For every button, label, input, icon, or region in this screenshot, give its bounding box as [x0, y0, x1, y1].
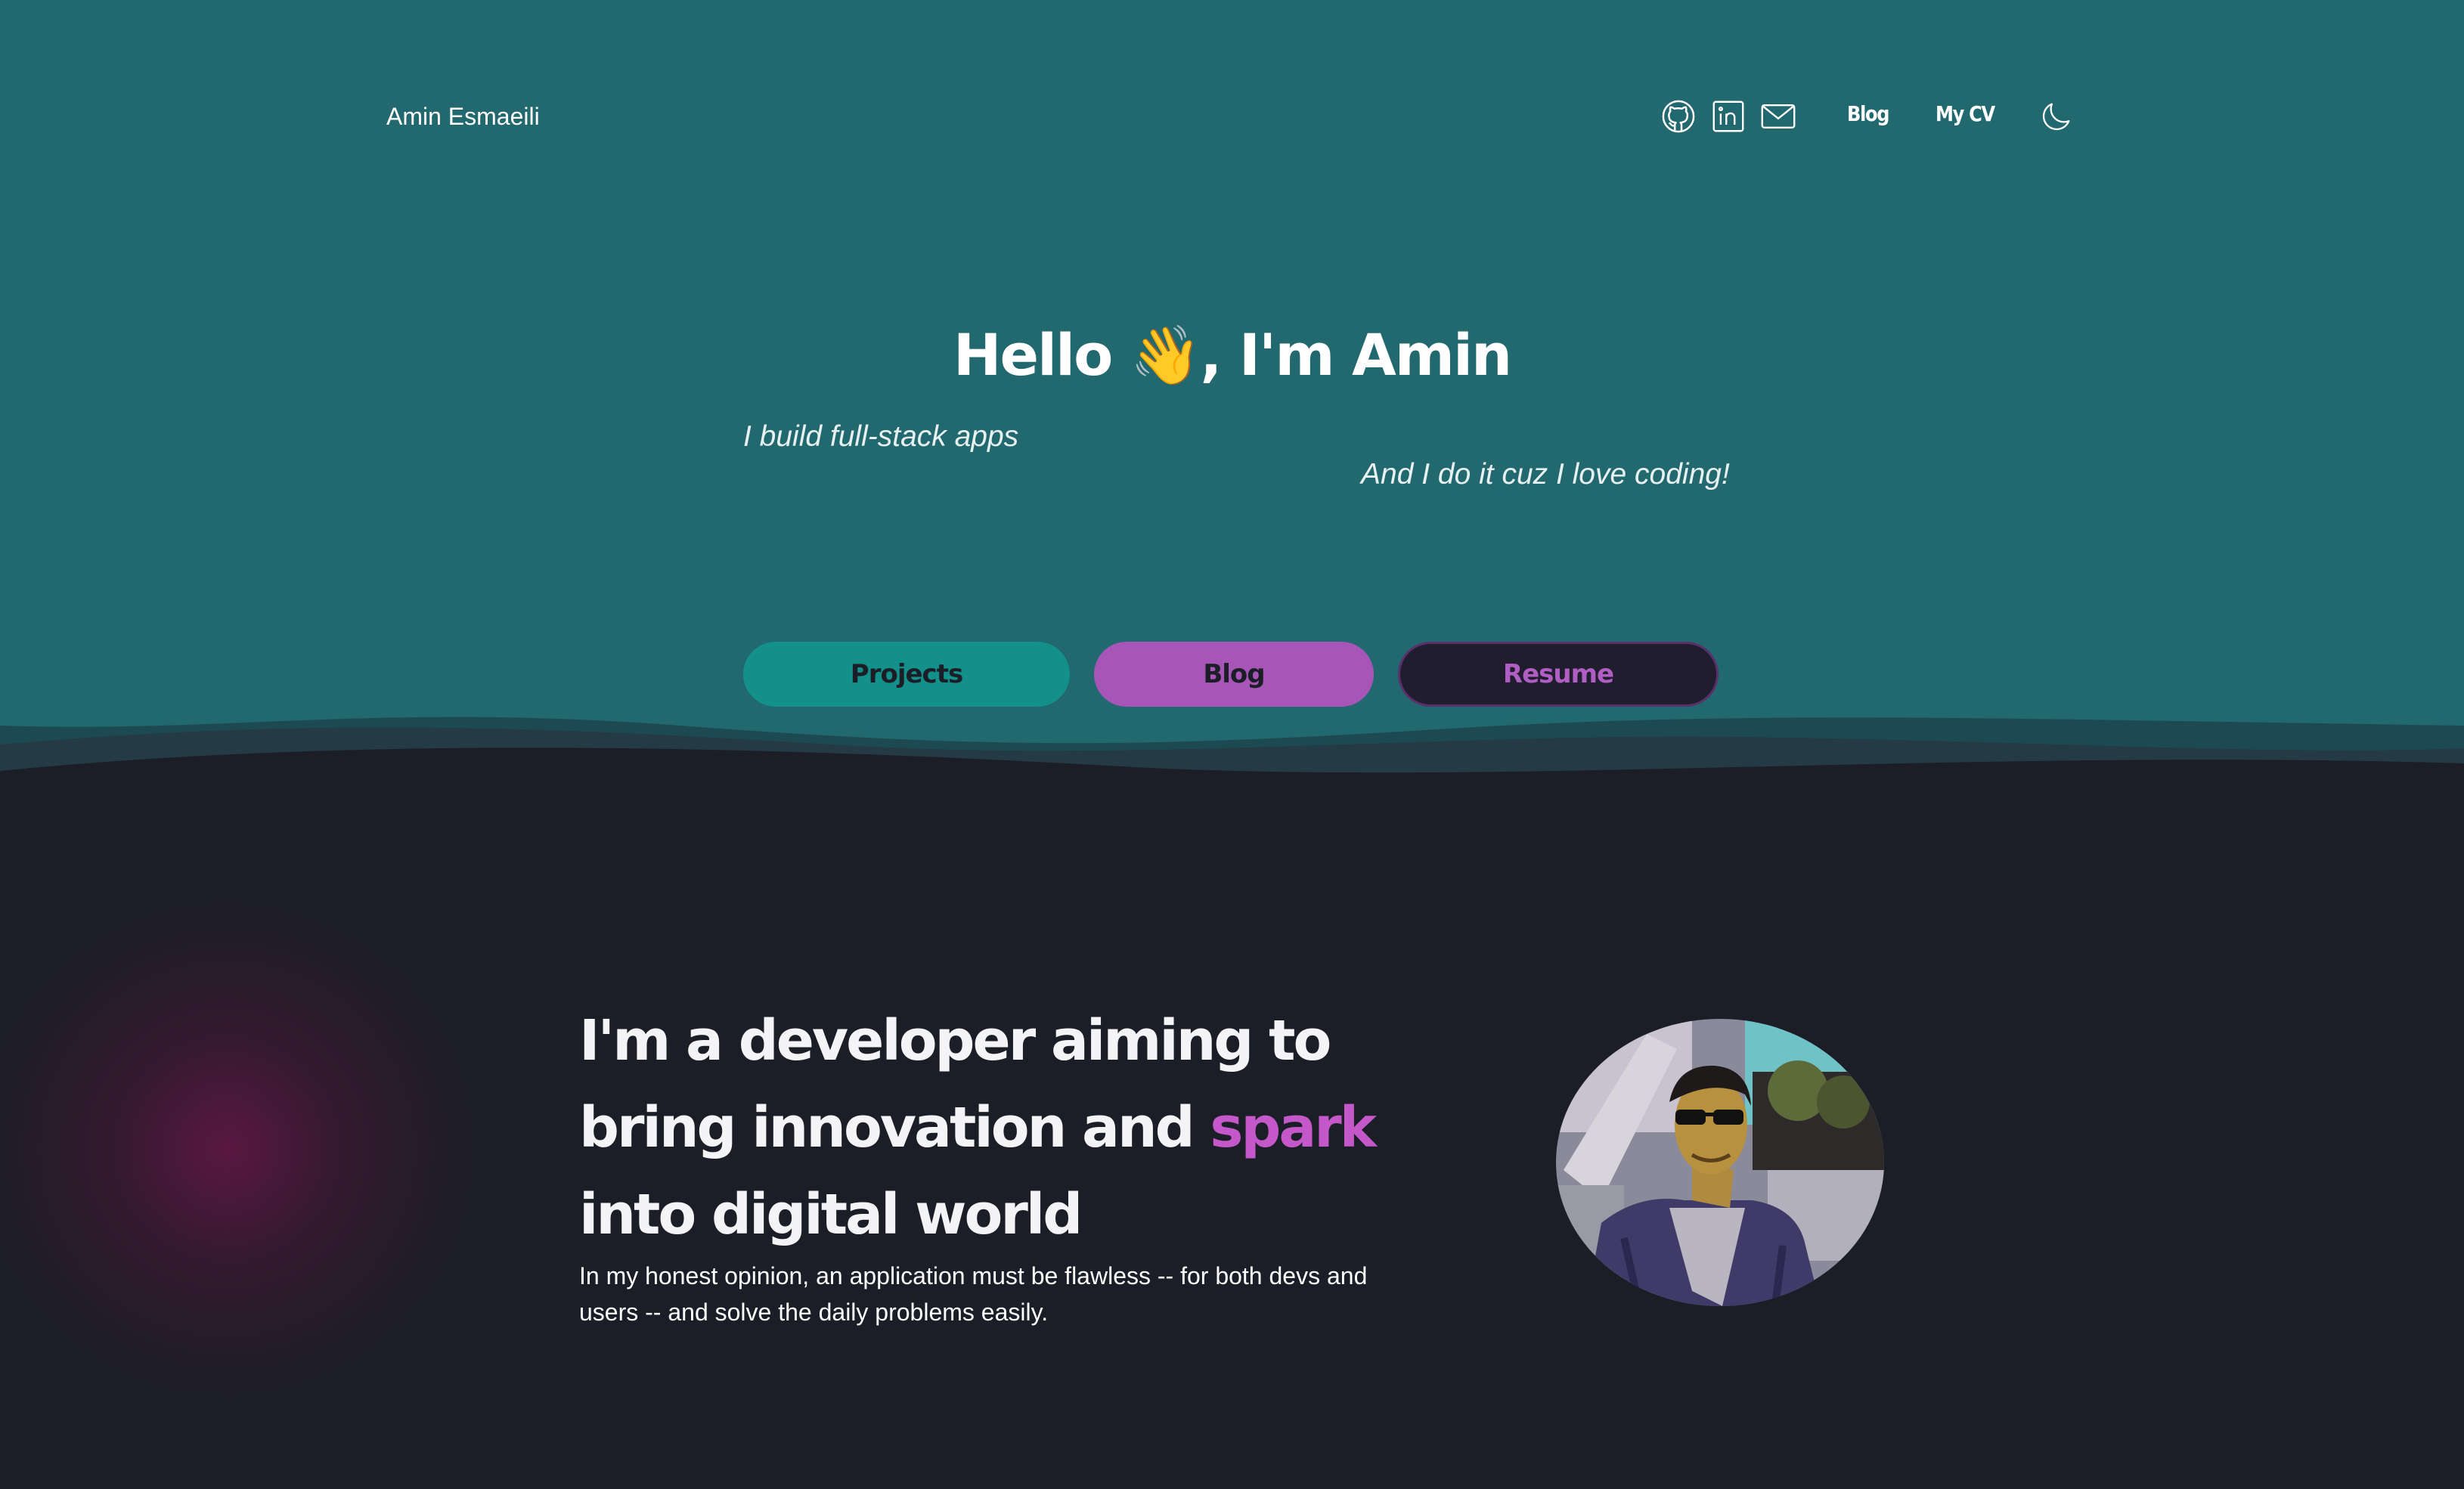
about-headline: I'm a developer aiming to bring innovati…: [579, 998, 1441, 1258]
background-glow: [0, 877, 499, 1421]
blog-button[interactable]: Blog: [1094, 642, 1374, 707]
avatar-image: [1556, 1019, 1884, 1306]
theme-toggle-button[interactable]: [2037, 97, 2076, 136]
tagline-secondary: And I do it cuz I love coding!: [1361, 458, 1730, 491]
tagline-primary: I build full-stack apps: [743, 420, 1019, 453]
about-blurb: In my honest opinion, an application mus…: [579, 1262, 1368, 1326]
greeting-text: Hello: [953, 321, 1130, 389]
avatar: [1556, 1019, 1884, 1306]
projects-button[interactable]: Projects: [743, 642, 1070, 707]
moon-icon: [2042, 103, 2070, 131]
wave-divider: [0, 717, 2464, 786]
github-icon[interactable]: [1660, 98, 1697, 135]
waving-hand-icon: 👋: [1130, 321, 1202, 389]
greeting-name: , I'm Amin: [1200, 321, 1512, 389]
linkedin-icon[interactable]: [1710, 98, 1746, 135]
mail-icon[interactable]: [1760, 98, 1796, 135]
nav-blog-link[interactable]: Blog: [1847, 101, 1890, 126]
headline-text-end: into digital world: [579, 1182, 1083, 1247]
nav-cv-link[interactable]: My CV: [1936, 101, 1995, 126]
headline-highlight: spark: [1210, 1095, 1377, 1160]
hero-section: Amin Esmaeili Blog My CV Hello 👋, I'm Am…: [0, 0, 2464, 771]
resume-button[interactable]: Resume: [1398, 642, 1719, 707]
brand-name[interactable]: Amin Esmaeili: [386, 103, 540, 131]
social-links: [1660, 98, 1796, 135]
hero-greeting: Hello 👋, I'm Amin: [0, 321, 2464, 389]
page: Amin Esmaeili Blog My CV Hello 👋, I'm Am…: [0, 0, 2464, 1489]
